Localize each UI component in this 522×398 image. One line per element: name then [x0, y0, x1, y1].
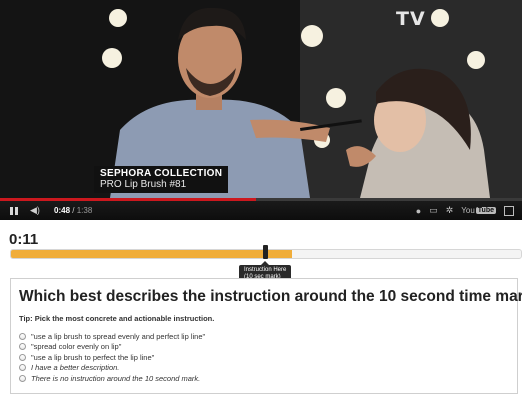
- volume-icon[interactable]: ◀): [30, 201, 40, 220]
- youtube-logo[interactable]: You Tube: [461, 206, 496, 215]
- time-current: 0:48: [54, 206, 71, 215]
- caption-product: PRO Lip Brush #81: [100, 179, 187, 190]
- answer-option-label: I have a better description.: [31, 363, 120, 373]
- answer-option[interactable]: "use a lip brush to spread evenly and pe…: [19, 331, 205, 342]
- tooltip-line-1: Instruction Here: [244, 267, 287, 273]
- pause-icon[interactable]: [10, 201, 20, 220]
- timeline-fill: [11, 250, 292, 258]
- time-readout: 0:48 / 1:38: [54, 201, 92, 220]
- radio-button[interactable]: [19, 353, 26, 361]
- youtube-logo-prefix: You: [461, 206, 475, 215]
- answer-option[interactable]: "use a lip brush to perfect the lip line…: [19, 352, 205, 363]
- current-timestamp: 0:11: [9, 231, 39, 248]
- video-caption: SEPHORA COLLECTION PRO Lip Brush #81: [94, 166, 229, 193]
- time-total: 1:38: [76, 206, 93, 215]
- timeline-marker-handle[interactable]: [262, 245, 268, 259]
- settings-icon[interactable]: ●: [416, 206, 421, 216]
- radio-button[interactable]: [19, 343, 26, 351]
- gear-icon[interactable]: ✲: [446, 205, 454, 216]
- right-controls: ● ▭ ✲ You Tube: [416, 201, 514, 220]
- answer-option-label: "spread color evenly on lip": [31, 342, 122, 352]
- youtube-logo-box: Tube: [475, 207, 496, 214]
- radio-button[interactable]: [19, 332, 26, 340]
- answer-option-label: "use a lip brush to perfect the lip line…: [31, 352, 155, 362]
- question-title: Which best describes the instruction aro…: [19, 288, 522, 305]
- answer-option[interactable]: I have a better description.: [19, 363, 205, 374]
- fullscreen-icon[interactable]: [504, 205, 514, 216]
- channel-logo: TV: [396, 8, 426, 30]
- radio-button[interactable]: [19, 364, 26, 372]
- tip-text: Tip: Pick the most concrete and actionab…: [19, 314, 215, 323]
- caption-brand: SEPHORA COLLECTION: [100, 168, 223, 179]
- answer-option[interactable]: "spread color evenly on lip": [19, 342, 205, 353]
- answer-option-label: "use a lip brush to spread evenly and pe…: [31, 331, 206, 341]
- answer-option-label: There is no instruction around the 10 se…: [31, 373, 201, 383]
- answer-options: "use a lip brush to spread evenly and pe…: [19, 331, 205, 384]
- video-frame: [0, 0, 522, 198]
- question-card: Which best describes the instruction aro…: [10, 278, 522, 394]
- answer-option[interactable]: There is no instruction around the 10 se…: [19, 373, 205, 384]
- radio-button[interactable]: [19, 374, 26, 382]
- captions-icon[interactable]: ▭: [429, 205, 438, 216]
- video-player[interactable]: TV SEPHORA COLLECTION PRO Lip Brush #81 …: [0, 0, 522, 220]
